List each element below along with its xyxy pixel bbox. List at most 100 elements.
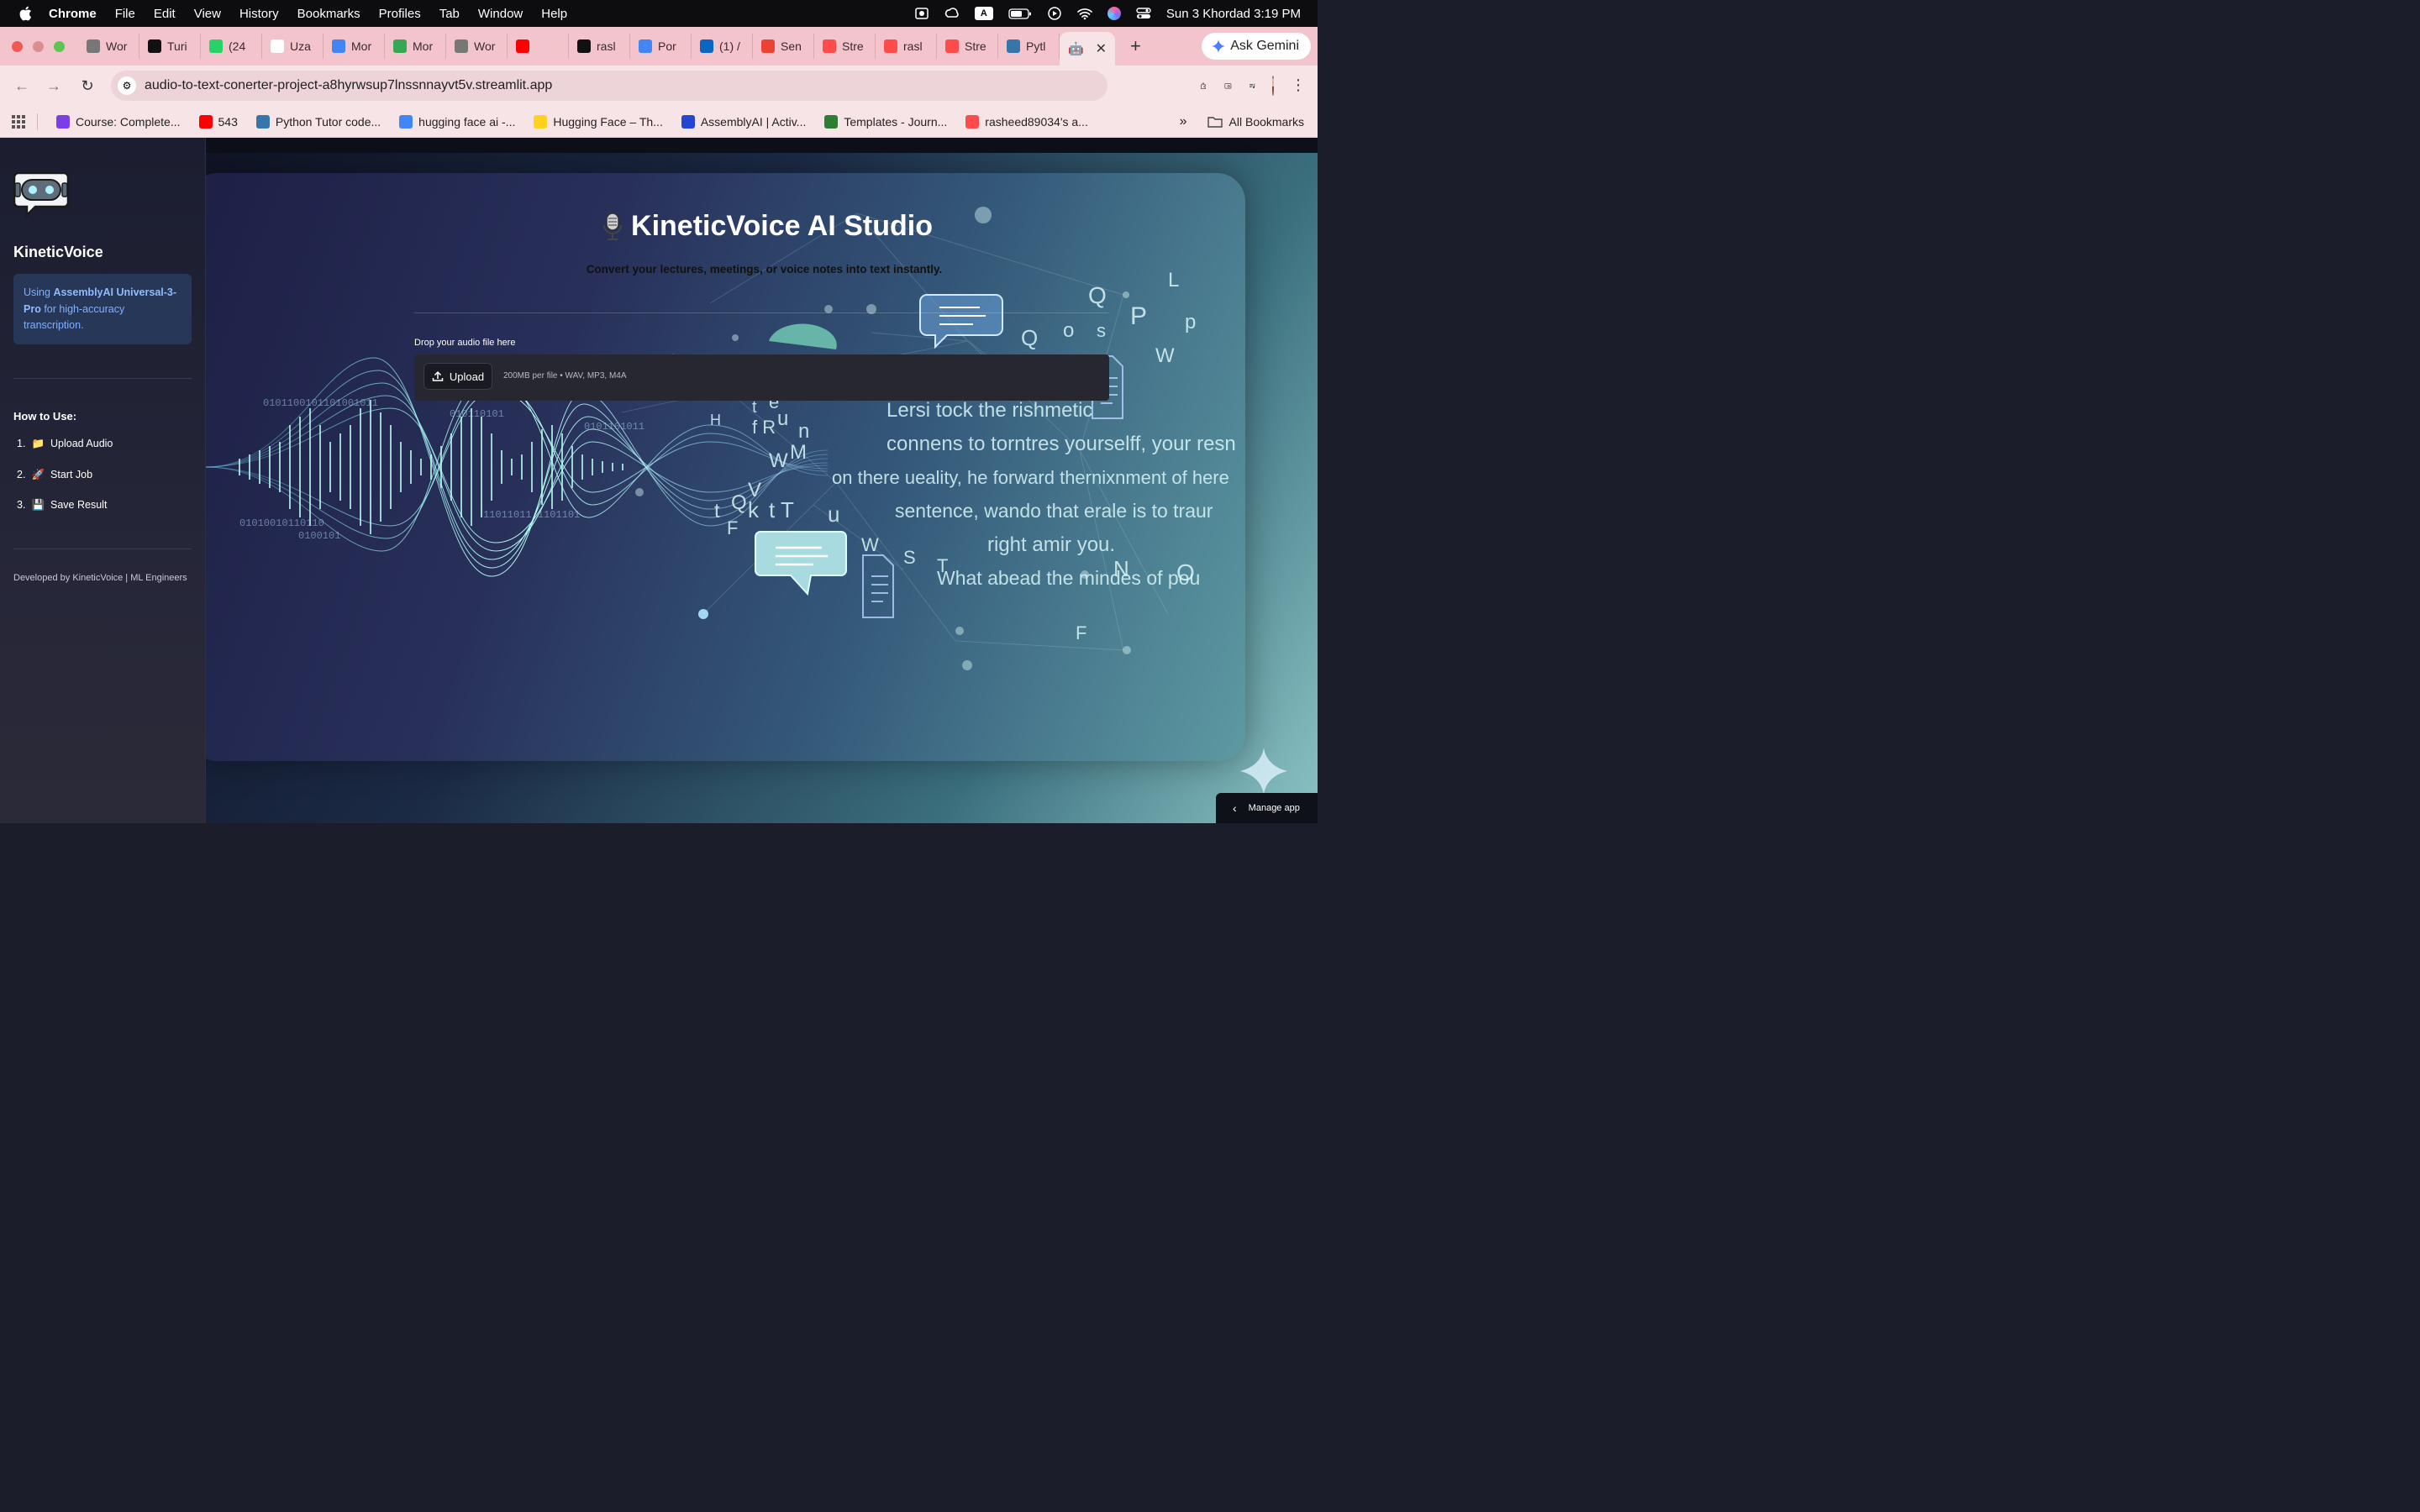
- bookmarks-bar: Course: Complete... 543 Python Tutor code.…: [0, 106, 1318, 138]
- tab-active[interactable]: 🤖 ✕: [1060, 32, 1115, 66]
- svg-text:n: n: [798, 420, 809, 443]
- menu-tab[interactable]: Tab: [439, 7, 460, 21]
- wifi-icon[interactable]: [1077, 7, 1092, 20]
- tab-item[interactable]: Stre: [937, 34, 998, 59]
- bookmark-item[interactable]: Python Tutor code...: [255, 114, 381, 129]
- more-menu-icon[interactable]: ⋮: [1291, 76, 1306, 95]
- profile-avatar[interactable]: [1272, 76, 1275, 96]
- more-bookmarks-icon[interactable]: »: [1180, 114, 1187, 129]
- extensions-icon[interactable]: [1200, 82, 1207, 90]
- play-circle-icon[interactable]: [1047, 7, 1062, 20]
- url-text[interactable]: audio-to-text-conerter-project-a8hyrwsup…: [145, 78, 552, 93]
- apps-grid-icon[interactable]: [12, 114, 25, 129]
- menu-app-name[interactable]: Chrome: [49, 7, 97, 21]
- bookmark-favicon-icon: [255, 114, 270, 129]
- tab-item[interactable]: rasl: [876, 34, 937, 59]
- soundwave-background-illustration: Lersi tock the rishmetic connens to torn…: [206, 207, 1236, 670]
- zoom-window-button[interactable]: [54, 40, 65, 52]
- creative-cloud-icon[interactable]: [944, 7, 960, 20]
- menu-edit[interactable]: Edit: [154, 7, 176, 21]
- tab-item[interactable]: Mor: [385, 34, 446, 59]
- address-bar[interactable]: ⚙ audio-to-text-conerter-project-a8hyrws…: [111, 71, 1107, 101]
- developer-credit: Developed by KineticVoice | ML Engineers: [13, 573, 187, 583]
- tab-item[interactable]: Stre: [814, 34, 876, 59]
- close-window-button[interactable]: [12, 40, 23, 52]
- back-arrow-icon[interactable]: ←: [13, 77, 30, 94]
- tab-item[interactable]: Sen: [753, 34, 814, 59]
- info-prefix: Using: [24, 286, 54, 298]
- tab-item[interactable]: Por: [630, 34, 692, 59]
- reload-icon[interactable]: ↻: [79, 77, 96, 94]
- svg-text:H: H: [710, 412, 721, 428]
- menu-window[interactable]: Window: [478, 7, 523, 21]
- minimize-window-button[interactable]: [33, 40, 44, 52]
- bookmark-item[interactable]: rasheed89034's a...: [965, 114, 1088, 129]
- svg-text:W: W: [861, 534, 879, 555]
- step-number: 2.: [17, 468, 26, 480]
- tab-item[interactable]: rasl: [569, 34, 630, 59]
- tab-item[interactable]: Pytl: [998, 34, 1060, 59]
- site-info-icon[interactable]: ⚙: [118, 76, 136, 95]
- svg-text:t T: t T: [769, 497, 794, 522]
- file-dropzone[interactable]: Upload 200MB per file • WAV, MP3, M4A: [414, 354, 1109, 401]
- bookmark-item[interactable]: Templates - Journ...: [824, 114, 947, 129]
- menu-view[interactable]: View: [194, 7, 221, 21]
- bookmark-item[interactable]: Course: Complete...: [56, 114, 181, 129]
- svg-text:0100101: 0100101: [298, 530, 340, 542]
- browser-toolbar: ← → ↻ ⚙ audio-to-text-conerter-project-a…: [0, 66, 1318, 106]
- tab-favicon-icon: [393, 39, 407, 53]
- svg-text:0101100101101001011: 0101100101101001011: [263, 397, 378, 409]
- forward-arrow-icon[interactable]: →: [45, 77, 62, 94]
- tab-search-icon[interactable]: [1224, 82, 1232, 90]
- bookmark-label: Course: Complete...: [76, 114, 181, 129]
- menubar-datetime[interactable]: Sun 3 Khordad 3:19 PM: [1166, 7, 1301, 21]
- input-source-icon[interactable]: A: [974, 7, 993, 20]
- tab-item[interactable]: (1) /: [692, 34, 753, 59]
- svg-text:O: O: [1176, 559, 1195, 585]
- menu-history[interactable]: History: [239, 7, 279, 21]
- battery-icon[interactable]: [1008, 7, 1032, 20]
- manage-app-button[interactable]: ‹ Manage app: [1216, 793, 1318, 823]
- new-tab-button[interactable]: +: [1130, 35, 1141, 57]
- ask-gemini-button[interactable]: Ask Gemini: [1202, 33, 1311, 60]
- menu-file[interactable]: File: [115, 7, 135, 21]
- svg-text:t: t: [752, 398, 757, 417]
- tab-label: Stre: [965, 39, 986, 53]
- bookmark-item[interactable]: 543: [198, 114, 238, 129]
- apple-icon[interactable]: [18, 6, 32, 21]
- tab-item[interactable]: Mor: [324, 34, 385, 59]
- bookmark-favicon-icon: [399, 114, 413, 129]
- sidebar: KineticVoice Using AssemblyAI Universal-…: [0, 138, 206, 823]
- tab-item[interactable]: [508, 34, 569, 59]
- tab-close-icon[interactable]: ✕: [1096, 40, 1107, 57]
- tab-label: rasl: [597, 39, 616, 53]
- svg-text:010110101: 010110101: [450, 408, 504, 420]
- control-center-icon[interactable]: [1136, 7, 1151, 20]
- tab-item[interactable]: Turi: [139, 34, 201, 59]
- main-area: Lersi tock the rishmetic connens to torn…: [206, 138, 1318, 823]
- bookmark-item[interactable]: hugging face ai -...: [399, 114, 515, 129]
- step-number: 1.: [17, 438, 26, 449]
- tab-item[interactable]: (24: [201, 34, 262, 59]
- svg-text:s: s: [1097, 320, 1106, 341]
- menu-bookmarks[interactable]: Bookmarks: [297, 7, 360, 21]
- file-uploader-label: Drop your audio file here: [414, 338, 516, 348]
- all-bookmarks-button[interactable]: All Bookmarks: [1207, 115, 1304, 129]
- siri-icon[interactable]: [1107, 7, 1121, 20]
- menu-profiles[interactable]: Profiles: [379, 7, 421, 21]
- bookmark-item[interactable]: Hugging Face – Th...: [534, 114, 663, 129]
- menu-help[interactable]: Help: [541, 7, 567, 21]
- tab-item[interactable]: Wor: [446, 34, 508, 59]
- bookmark-item[interactable]: AssemblyAI | Activ...: [681, 114, 806, 129]
- bookmarks-bar-right: » All Bookmarks: [1180, 106, 1304, 138]
- floppy-emoji-icon: 💾: [31, 499, 45, 511]
- tab-favicon-icon: [271, 39, 284, 53]
- tab-item[interactable]: Wor: [78, 34, 139, 59]
- screen-capture-icon[interactable]: [914, 7, 929, 20]
- window-controls: [12, 40, 65, 52]
- tab-item[interactable]: Uza: [262, 34, 324, 59]
- tab-favicon-icon: [577, 39, 591, 53]
- media-controls-icon[interactable]: [1249, 82, 1256, 90]
- upload-button[interactable]: Upload: [424, 363, 492, 390]
- microphone-icon: [603, 212, 623, 240]
